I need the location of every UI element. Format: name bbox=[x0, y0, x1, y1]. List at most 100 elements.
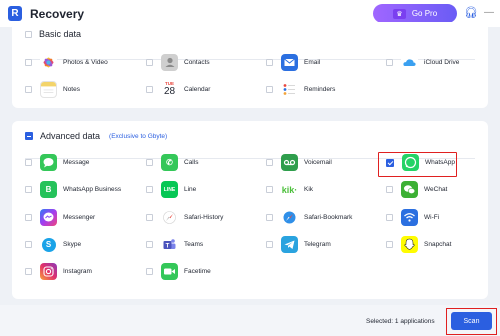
item-checkbox[interactable] bbox=[386, 214, 393, 221]
adv-item-calls[interactable]: ✆ Calls bbox=[146, 154, 198, 171]
item-label: Telegram bbox=[304, 241, 331, 248]
adv-item-message[interactable]: Message bbox=[25, 154, 89, 171]
app-title: Recovery bbox=[30, 6, 85, 21]
minimize-icon[interactable]: — bbox=[484, 8, 494, 18]
line-icon: LINE bbox=[161, 181, 178, 198]
facetime-icon bbox=[161, 263, 178, 280]
advanced-data-checkbox[interactable] bbox=[25, 132, 33, 140]
item-checkbox[interactable] bbox=[266, 159, 273, 166]
reminders-icon bbox=[281, 81, 298, 98]
item-checkbox[interactable] bbox=[266, 241, 273, 248]
photos-icon bbox=[40, 54, 57, 71]
adv-item-instagram[interactable]: Instagram bbox=[25, 263, 92, 280]
basic-data-title: Basic data bbox=[39, 29, 82, 39]
advanced-data-title: Advanced data bbox=[40, 131, 101, 141]
item-label: Skype bbox=[63, 241, 82, 248]
contacts-icon bbox=[161, 54, 178, 71]
icloud-icon bbox=[401, 54, 418, 71]
item-label: iCloud Drive bbox=[424, 59, 460, 66]
basic-item-notes[interactable]: Notes bbox=[25, 81, 80, 98]
item-checkbox[interactable] bbox=[266, 59, 273, 66]
message-icon bbox=[40, 154, 57, 171]
adv-item-snapchat[interactable]: Snapchat bbox=[386, 236, 451, 253]
advanced-data-header: Advanced data (Exclusive to Gbyte) bbox=[25, 131, 167, 141]
item-label: Safari-History bbox=[184, 214, 224, 221]
adv-item-telegram[interactable]: Telegram bbox=[266, 236, 331, 253]
go-pro-label: Go Pro bbox=[411, 9, 438, 18]
item-checkbox[interactable] bbox=[25, 159, 32, 166]
item-checkbox[interactable] bbox=[146, 268, 153, 275]
adv-item-kik[interactable]: kik· Kik bbox=[266, 181, 313, 198]
item-checkbox[interactable] bbox=[146, 186, 153, 193]
teams-icon: T bbox=[161, 236, 178, 253]
item-label: Snapchat bbox=[424, 241, 452, 248]
adv-item-wifi[interactable]: Wi-Fi bbox=[386, 209, 439, 226]
wechat-icon bbox=[401, 181, 418, 198]
item-checkbox[interactable] bbox=[266, 214, 273, 221]
item-checkbox[interactable] bbox=[266, 186, 273, 193]
item-checkbox[interactable] bbox=[25, 59, 32, 66]
item-label: Line bbox=[184, 186, 197, 193]
svg-text:T: T bbox=[166, 243, 170, 249]
selected-count: Selected: 1 applications bbox=[366, 318, 435, 325]
item-checkbox[interactable] bbox=[386, 59, 393, 66]
adv-item-line[interactable]: LINE Line bbox=[146, 181, 196, 198]
safari-bookmark-icon bbox=[281, 209, 298, 226]
item-checkbox[interactable] bbox=[25, 268, 32, 275]
basic-item-photos[interactable]: Photos & Video bbox=[25, 54, 108, 71]
item-checkbox[interactable] bbox=[146, 159, 153, 166]
item-label: Calls bbox=[184, 159, 199, 166]
item-label: Photos & Video bbox=[63, 59, 108, 66]
item-checkbox[interactable] bbox=[386, 186, 393, 193]
whatsapp-business-icon: B bbox=[40, 181, 57, 198]
voicemail-icon bbox=[281, 154, 298, 171]
item-label: Messenger bbox=[63, 214, 96, 221]
item-checkbox[interactable] bbox=[25, 186, 32, 193]
skype-icon: S bbox=[40, 236, 57, 253]
item-label: Calendar bbox=[184, 86, 211, 93]
item-label: Message bbox=[63, 159, 90, 166]
go-pro-button[interactable]: ♛ Go Pro bbox=[373, 4, 457, 23]
adv-item-facetime[interactable]: Facetime bbox=[146, 263, 211, 280]
item-checkbox[interactable] bbox=[25, 241, 32, 248]
basic-data-checkbox[interactable] bbox=[25, 30, 32, 38]
basic-data-header: Basic data bbox=[25, 29, 81, 39]
exclusive-note: (Exclusive to Gbyte) bbox=[109, 132, 168, 140]
item-label: Kik bbox=[304, 186, 314, 193]
adv-item-voicemail[interactable]: Voicemail bbox=[266, 154, 332, 171]
basic-item-contacts[interactable]: Contacts bbox=[146, 54, 210, 71]
calls-icon: ✆ bbox=[161, 154, 178, 171]
support-headset-icon[interactable]: 🎧︎ bbox=[464, 6, 478, 20]
adv-item-wechat[interactable]: WeChat bbox=[386, 181, 447, 198]
basic-item-reminders[interactable]: Reminders bbox=[266, 81, 335, 98]
kik-icon: kik· bbox=[281, 181, 298, 198]
item-checkbox[interactable] bbox=[146, 59, 153, 66]
adv-item-safari-bookmark[interactable]: Safari-Bookmark bbox=[266, 209, 352, 226]
scan-button[interactable]: Scan bbox=[451, 312, 492, 330]
basic-item-email[interactable]: Email bbox=[266, 54, 320, 71]
calendar-number: 28 bbox=[163, 85, 176, 97]
item-checkbox[interactable] bbox=[266, 86, 273, 93]
whatsapp-highlight-box bbox=[378, 152, 457, 177]
item-label: Voicemail bbox=[304, 159, 332, 166]
item-checkbox[interactable] bbox=[25, 86, 32, 93]
adv-item-skype[interactable]: S Skype bbox=[25, 236, 81, 253]
basic-item-icloud[interactable]: iCloud Drive bbox=[386, 54, 459, 71]
item-checkbox[interactable] bbox=[146, 241, 153, 248]
item-label: Notes bbox=[63, 86, 80, 93]
instagram-icon bbox=[40, 263, 57, 280]
adv-item-whatsapp-business[interactable]: B WhatsApp Business bbox=[25, 181, 121, 198]
item-checkbox[interactable] bbox=[146, 86, 153, 93]
adv-item-messenger[interactable]: Messenger bbox=[25, 209, 95, 226]
item-label: Email bbox=[304, 59, 321, 66]
app-logo-icon: R bbox=[8, 6, 22, 21]
item-label: Instagram bbox=[63, 268, 92, 275]
item-checkbox[interactable] bbox=[386, 241, 393, 248]
item-checkbox[interactable] bbox=[146, 214, 153, 221]
item-checkbox[interactable] bbox=[25, 214, 32, 221]
crown-icon: ♛ bbox=[392, 8, 406, 19]
basic-item-calendar[interactable]: TUE 28 Calendar bbox=[146, 81, 210, 98]
adv-item-teams[interactable]: T Teams bbox=[146, 236, 203, 253]
adv-item-safari-history[interactable]: Safari-History bbox=[146, 209, 223, 226]
safari-icon bbox=[161, 209, 178, 226]
